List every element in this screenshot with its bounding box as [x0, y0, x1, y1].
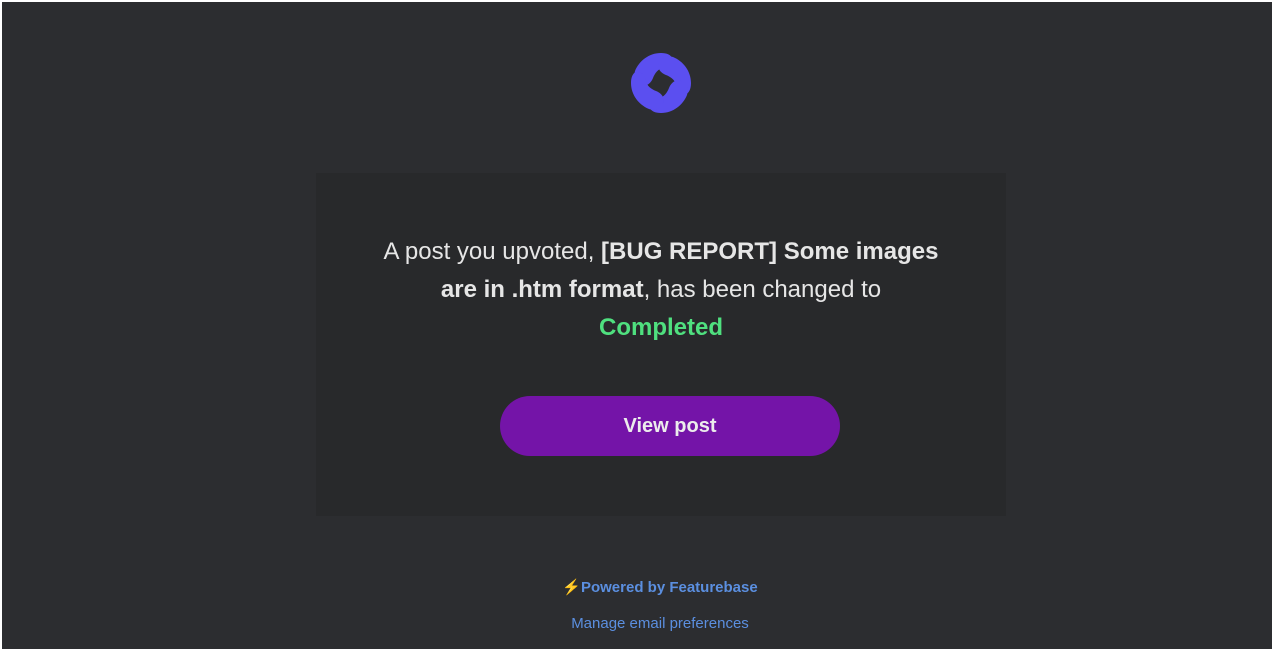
notification-card: A post you upvoted, [BUG REPORT] Some im…	[316, 173, 1006, 516]
status-label: Completed	[598, 314, 723, 341]
featurebase-logo-icon	[631, 53, 691, 113]
view-post-button[interactable]: View post	[500, 396, 840, 456]
powered-by-link[interactable]: ⚡Powered by Featurebase	[2, 578, 1274, 596]
message-middle: , has been changed to	[643, 276, 882, 303]
manage-email-preferences-link[interactable]: Manage email preferences	[2, 615, 1274, 632]
lightning-bolt-icon: ⚡	[562, 579, 581, 596]
notification-message: A post you upvoted, [BUG REPORT] Some im…	[376, 233, 946, 347]
message-prefix: A post you upvoted,	[383, 238, 602, 265]
powered-by-text: Powered by Featurebase	[580, 579, 758, 596]
email-frame: A post you upvoted, [BUG REPORT] Some im…	[2, 2, 1272, 649]
